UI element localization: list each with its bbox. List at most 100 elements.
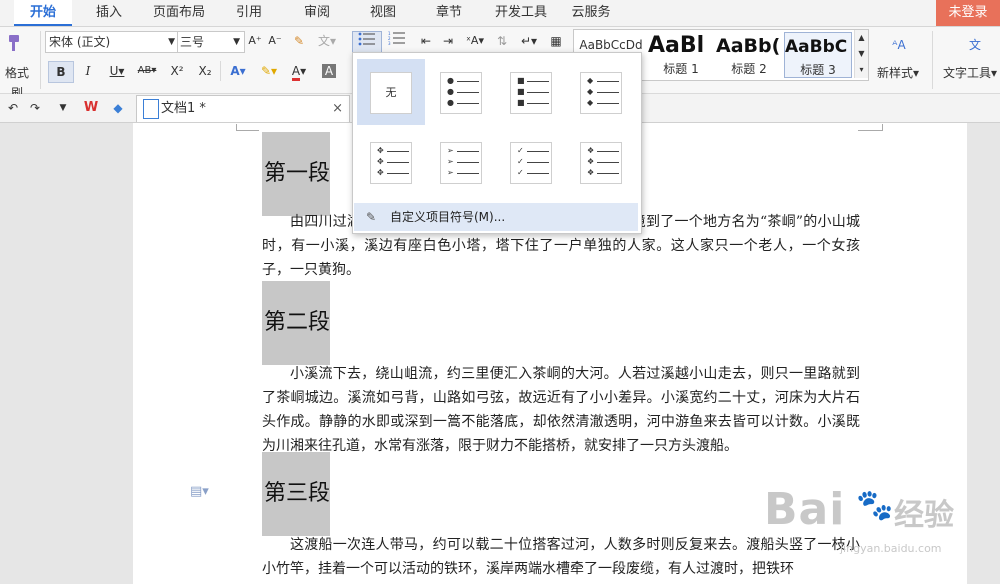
login-button[interactable]: 未登录: [936, 0, 1000, 26]
bullet-cross-icon: ✥ ✥ ✥: [370, 142, 412, 184]
text-tools-label: 文字工具: [942, 66, 991, 80]
tab-review[interactable]: 审阅: [294, 0, 340, 26]
text-effect-icon[interactable]: A▾: [226, 61, 250, 81]
document-tab-title: 文档1 *: [161, 101, 206, 116]
new-style-icon: ᴬA: [892, 38, 906, 52]
text-tools-icon: 文: [968, 38, 981, 52]
heading-2[interactable]: 第二段: [262, 281, 330, 365]
font-name-value: 宋体 (正文): [49, 35, 111, 49]
bullet-star-icon: ❖ ❖ ❖: [580, 142, 622, 184]
format-painter-icon[interactable]: [2, 33, 24, 55]
clear-format-icon[interactable]: ✎: [290, 31, 308, 51]
heading-1[interactable]: 第一段: [262, 132, 330, 216]
document-tab[interactable]: 文档1 * ×: [136, 95, 350, 122]
menu-bar: 开始 插入 页面布局 引用 审阅 视图 章节 开发工具 云服务 未登录: [0, 0, 1000, 27]
paragraph-2[interactable]: 小溪流下去，绕山岨流，约三里便汇入茶峒的大河。人若过溪越小山走去，则只一里路就到…: [262, 362, 860, 458]
watermark-suffix: 经验: [894, 498, 954, 533]
qat-dropdown-icon[interactable]: ▼: [54, 98, 72, 118]
margin-mark: [236, 124, 259, 131]
pencil-icon: ✎: [366, 210, 377, 224]
new-style-button[interactable]: 新样式▾: [870, 63, 926, 83]
underline-button[interactable]: U▾: [104, 61, 130, 81]
tab-cloud[interactable]: 云服务: [566, 0, 616, 26]
svg-text:3: 3: [388, 41, 391, 45]
bullet-option-star[interactable]: ❖ ❖ ❖: [567, 129, 635, 195]
show-marks-icon[interactable]: ↵▾: [516, 31, 542, 51]
bullet-arrow-icon: ➢ ➢ ➢: [440, 142, 482, 184]
redo-icon[interactable]: ↷: [26, 98, 44, 118]
number-list-icon[interactable]: 123: [384, 31, 410, 51]
margin-mark: [858, 124, 883, 131]
increase-indent-icon[interactable]: ⇥: [438, 31, 458, 51]
watermark-url: jingyan.baidu.com: [840, 542, 942, 555]
highlight-icon[interactable]: ✎▾: [256, 61, 282, 81]
style-gallery-scroll[interactable]: ▲ ▼ ▾: [854, 30, 868, 78]
cube-icon[interactable]: ◆: [108, 98, 128, 118]
chevron-down-icon: ▼: [233, 37, 240, 47]
bullet-dot-icon: ● ● ●: [440, 72, 482, 114]
custom-bullet-menu-item[interactable]: ✎ 自定义项目符号(M)...: [354, 203, 638, 231]
style-heading-1[interactable]: AaBl 标题 1: [648, 32, 714, 76]
bullet-list-button[interactable]: [352, 31, 382, 53]
bullet-diamond-icon: ◆ ◆ ◆: [580, 72, 622, 114]
style-heading-2[interactable]: AaBb( 标题 2: [716, 32, 782, 76]
watermark: Bai 🐾 经验 jingyan.baidu.com: [760, 478, 980, 568]
strike-label: AB: [137, 65, 152, 76]
tab-references[interactable]: 引用: [226, 0, 272, 26]
style-label: 标题 1: [663, 62, 699, 76]
style-preview: AaBbCcDd: [579, 38, 643, 52]
bullet-option-diamond[interactable]: ◆ ◆ ◆: [567, 59, 635, 125]
undo-icon[interactable]: ↶: [4, 98, 22, 118]
tab-insert[interactable]: 插入: [86, 0, 132, 26]
bullet-dropdown: 无 ● ● ● ■ ■ ■ ◆ ◆ ◆ ✥ ✥ ✥ ➢ ➢ ➢ ✓ ✓ ✓ ❖ …: [352, 52, 642, 234]
bold-button[interactable]: B: [48, 61, 74, 83]
style-preview: AaBb(: [716, 35, 781, 57]
bullet-list-icon: [358, 32, 375, 46]
font-color-icon[interactable]: A▾: [286, 61, 312, 81]
custom-bullet-label: 自定义项目符号(M)...: [390, 210, 506, 224]
bullet-none-label: 无: [370, 72, 412, 114]
style-label: 标题 3: [800, 63, 836, 77]
close-icon[interactable]: ×: [332, 96, 343, 122]
bullet-option-dot[interactable]: ● ● ●: [427, 59, 495, 125]
subscript-button[interactable]: X₂: [194, 61, 216, 81]
shrink-font-icon[interactable]: A⁻: [266, 31, 284, 51]
bullet-option-none[interactable]: 无: [357, 59, 425, 125]
table-border-icon[interactable]: ▦: [546, 31, 566, 51]
tab-developer[interactable]: 开发工具: [488, 0, 554, 26]
paragraph-handle-icon[interactable]: ▤▾: [190, 484, 218, 499]
bullet-option-check[interactable]: ✓ ✓ ✓: [497, 129, 565, 195]
tab-start[interactable]: 开始: [14, 0, 72, 26]
format-painter-label[interactable]: 格式刷: [0, 63, 34, 100]
style-preview: AaBl: [648, 33, 705, 58]
font-size-select[interactable]: 三号 ▼: [177, 31, 245, 53]
chevron-down-icon: ▼: [168, 37, 175, 47]
tab-section[interactable]: 章节: [426, 0, 472, 26]
strike-button[interactable]: AB▾: [134, 61, 160, 81]
style-heading-3[interactable]: AaBbC 标题 3: [784, 32, 852, 78]
sort-icon[interactable]: ⇅: [492, 31, 512, 51]
style-label: 标题 2: [731, 62, 767, 76]
decrease-indent-icon[interactable]: ⇤: [416, 31, 436, 51]
paw-icon: 🐾: [856, 488, 894, 523]
new-style-label: 新样式: [876, 66, 913, 80]
char-shading-icon[interactable]: A: [318, 61, 340, 81]
text-tools-button[interactable]: 文字工具▾: [940, 63, 1000, 83]
bullet-option-square[interactable]: ■ ■ ■: [497, 59, 565, 125]
bullet-option-arrow[interactable]: ➢ ➢ ➢: [427, 129, 495, 195]
style-preview: AaBbC: [785, 37, 848, 57]
italic-button[interactable]: I: [78, 61, 98, 81]
tab-view[interactable]: 视图: [360, 0, 406, 26]
tab-layout[interactable]: 页面布局: [146, 0, 212, 26]
grow-font-icon[interactable]: A⁺: [246, 31, 264, 51]
superscript-button[interactable]: X²: [166, 61, 188, 81]
watermark-brand: Bai: [764, 484, 846, 535]
bullet-option-cross[interactable]: ✥ ✥ ✥: [357, 129, 425, 195]
phonetic-icon[interactable]: 文▾: [314, 31, 340, 51]
wps-logo-icon[interactable]: W: [80, 98, 102, 118]
bullet-square-icon: ■ ■ ■: [510, 72, 552, 114]
font-name-select[interactable]: 宋体 (正文) ▼: [45, 31, 180, 53]
document-icon: [143, 99, 159, 119]
chinese-layout-icon[interactable]: ˣA▾: [462, 31, 488, 51]
heading-3[interactable]: 第三段: [262, 452, 330, 536]
